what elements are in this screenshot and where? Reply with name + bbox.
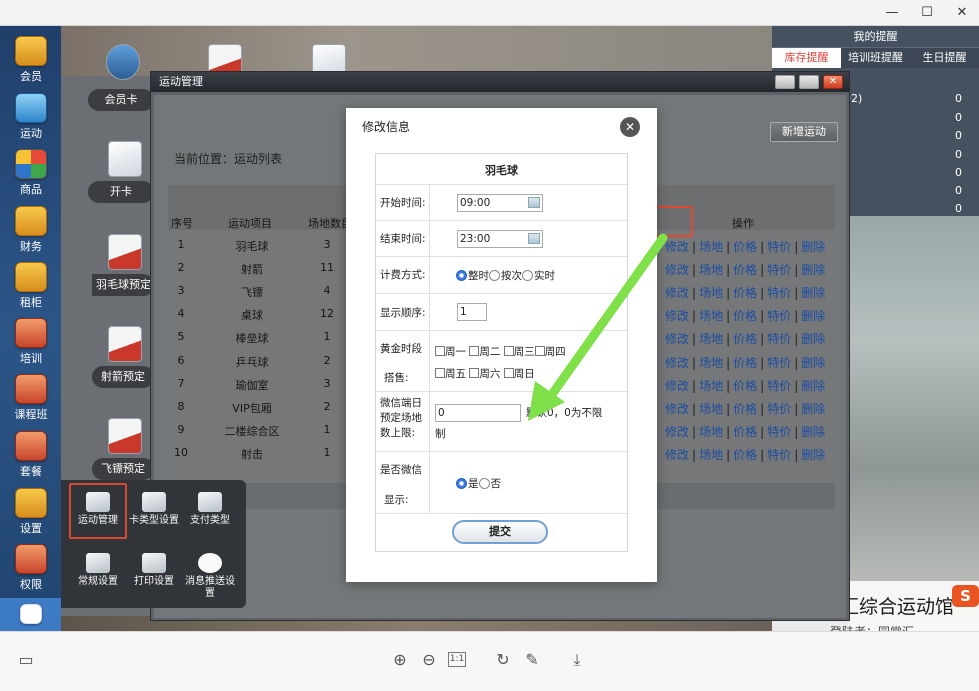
actual-size-icon[interactable]: 1:1: [448, 652, 466, 667]
edit-pencil-icon[interactable]: ✎: [521, 649, 543, 671]
download-icon[interactable]: ⤓: [566, 649, 588, 671]
zoom-in-icon[interactable]: ⊕: [389, 649, 411, 671]
thumbnail-icon[interactable]: ▭: [15, 649, 37, 671]
zoom-out-icon[interactable]: ⊖: [418, 649, 440, 671]
viewer-toolbar: ▭ ⊕ ⊖ 1:1 ↻ ✎ ⤓: [0, 631, 979, 691]
rotate-icon[interactable]: ↻: [492, 649, 514, 671]
annotation-arrow: [528, 233, 668, 421]
